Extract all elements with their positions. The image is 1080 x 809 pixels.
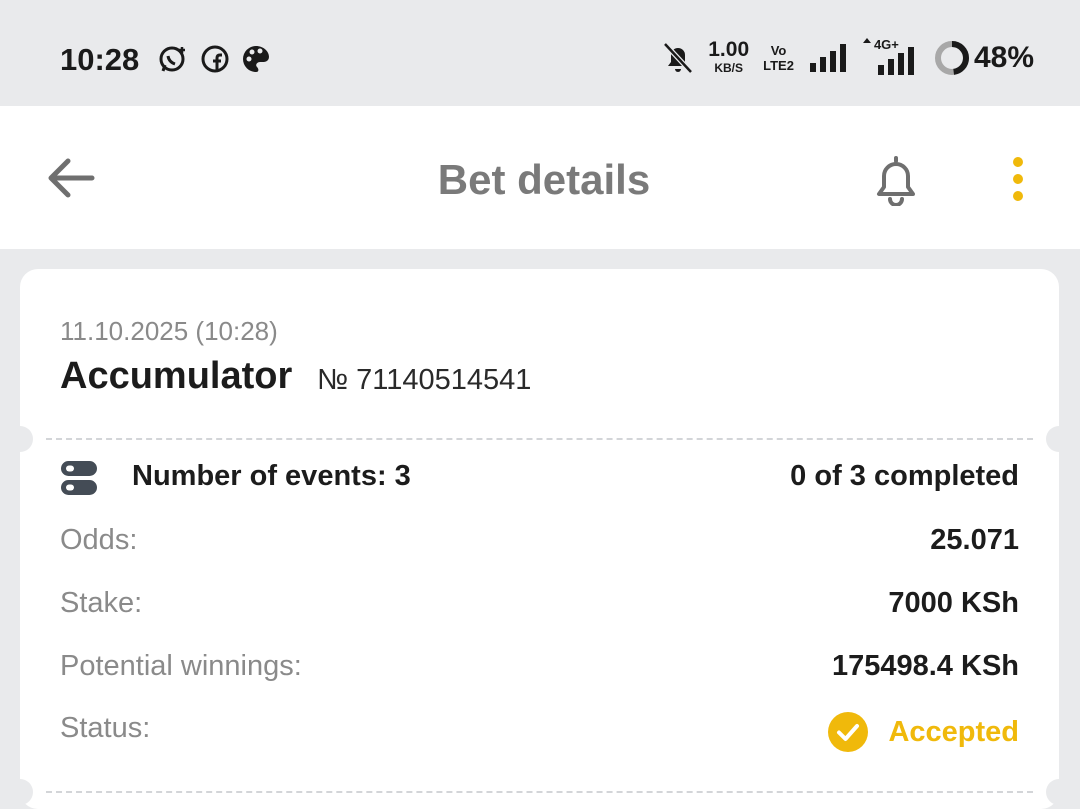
battery-percent: 48% xyxy=(973,41,1034,74)
odds-label: Odds: xyxy=(60,524,138,556)
whatsapp-icon xyxy=(159,46,185,72)
net-speed-value: 1.00 xyxy=(708,38,750,61)
volte-bottom: LTE2 xyxy=(763,58,794,73)
signal-icon xyxy=(809,44,846,72)
signal-2-icon xyxy=(877,47,914,75)
clock: 10:28 xyxy=(60,42,140,77)
events-label: Number of events: 3 xyxy=(132,460,411,492)
bet-card: 11.10.2025 (10:28) Accumulator № 7114051… xyxy=(7,269,1072,809)
status-row: Status: Accepted xyxy=(60,712,1019,752)
palette-icon xyxy=(243,46,269,72)
volte-indicator: Vo LTE2 xyxy=(763,43,794,73)
facebook-icon xyxy=(201,45,229,73)
status-bar: 10:28 1.00 KB/S Vo LTE2 4G+ 48% xyxy=(0,0,1080,106)
stake-row: Stake: 7000 KSh xyxy=(60,587,1019,627)
events-row: Number of events: 3 0 of 3 completed xyxy=(60,460,1019,500)
battery-icon xyxy=(934,41,969,75)
events-progress: 0 of 3 completed xyxy=(790,460,1019,492)
more-options-icon[interactable] xyxy=(1004,156,1032,204)
odds-value: 25.071 xyxy=(930,524,1019,556)
mute-bell-icon xyxy=(663,42,694,74)
ticket-notch-right-bottom xyxy=(1046,779,1072,805)
ticket-notch-right xyxy=(1046,426,1072,452)
stake-label: Stake: xyxy=(60,587,143,619)
status-text: Accepted xyxy=(888,715,1019,748)
bet-datetime: 11.10.2025 (10:28) xyxy=(60,316,278,346)
status-label: Status: xyxy=(60,712,151,744)
odds-row: Odds: 25.071 xyxy=(60,524,1019,564)
winnings-value: 175498.4 KSh xyxy=(831,650,1019,682)
net-speed-unit: KB/S xyxy=(714,61,744,75)
notification-bell-icon[interactable] xyxy=(869,154,923,206)
winnings-row: Potential winnings: 175498.4 KSh xyxy=(60,650,1019,690)
signal-4g-icon: 4G+ xyxy=(862,37,920,75)
stake-value: 7000 KSh xyxy=(888,587,1019,619)
ticket-notch-left-bottom xyxy=(7,779,33,805)
winnings-label: Potential winnings: xyxy=(60,650,302,682)
app-bar: Bet details xyxy=(0,106,1080,249)
data-arrows-icon xyxy=(862,38,871,43)
status-icons: 1.00 KB/S Vo LTE2 4G+ 48% xyxy=(662,37,1034,78)
status-value: Accepted xyxy=(828,712,1019,752)
net-speed: 1.00 KB/S xyxy=(708,38,750,76)
dashed-divider xyxy=(46,438,1033,440)
events-toggle-icon xyxy=(61,461,97,495)
check-circle-icon xyxy=(828,712,869,752)
bet-number: № 71140514541 xyxy=(317,364,532,396)
ticket-notch-left xyxy=(7,426,33,452)
dashed-divider-bottom xyxy=(46,791,1033,793)
volte-top: Vo xyxy=(770,43,787,58)
bet-type: Accumulator xyxy=(60,355,293,397)
